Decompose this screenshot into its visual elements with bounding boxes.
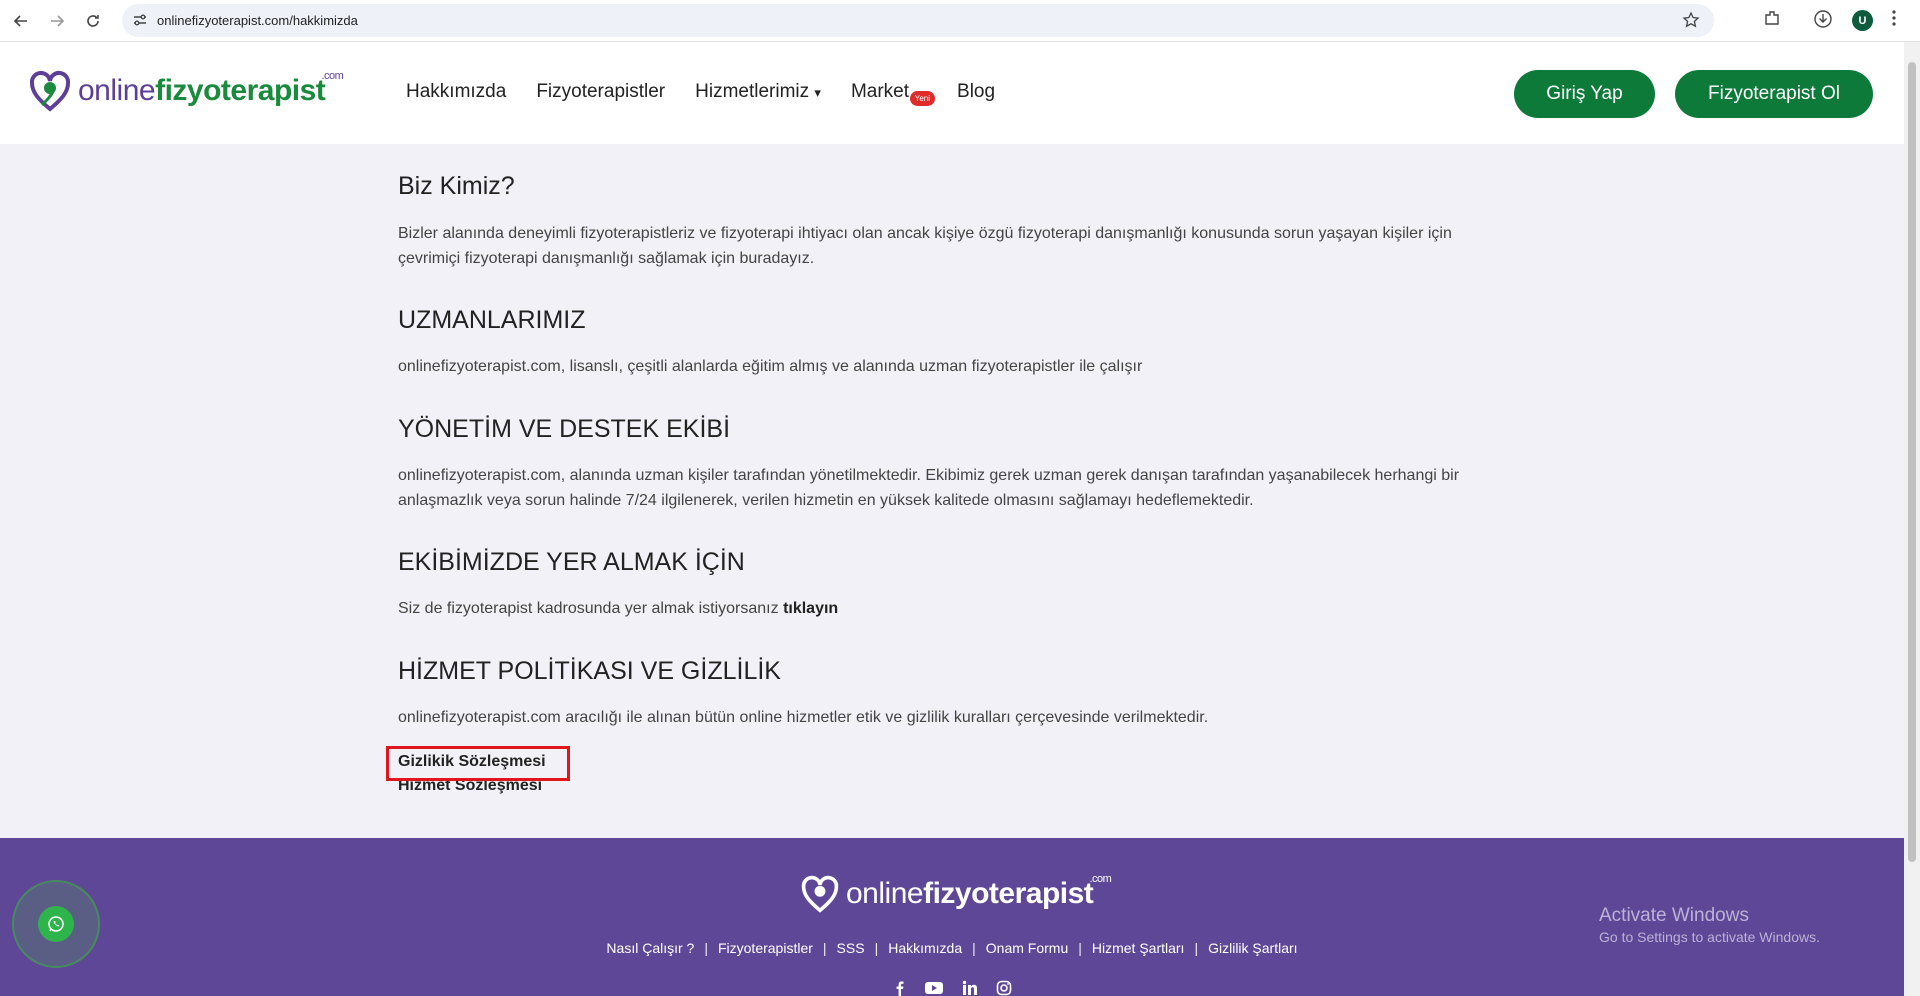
menu-market-label: Market: [850, 81, 910, 102]
reload-button[interactable]: [80, 9, 106, 33]
instagram-icon[interactable]: [996, 980, 1012, 996]
extensions-icon[interactable]: [1763, 9, 1781, 27]
watermark-line1: Activate Windows: [1599, 905, 1749, 926]
footer-separator: |: [822, 940, 827, 956]
logo-suffix: .com: [321, 70, 344, 82]
footer-separator: |: [704, 940, 708, 956]
menu-blog[interactable]: Blog: [957, 81, 995, 103]
main-menu: Hakkımızda Fizyoterapistler Hizmetlerimi…: [406, 81, 995, 106]
linkedin-icon[interactable]: [962, 980, 978, 996]
logo-part-online: online: [78, 74, 156, 107]
login-button[interactable]: Giriş Yap: [1514, 70, 1655, 118]
menu-market[interactable]: Market Yeni: [850, 81, 936, 106]
reload-icon: [87, 15, 99, 27]
section-heading-management: YÖNETİM VE DESTEK EKİBİ: [398, 415, 731, 443]
section-heading-who-we-are: Biz Kimiz?: [398, 172, 515, 200]
footer-separator: |: [972, 940, 976, 956]
become-physio-button[interactable]: Fizyoterapist Ol: [1675, 70, 1873, 118]
menu-hakkimizda[interactable]: Hakkımızda: [406, 81, 506, 103]
page-scrollbar[interactable]: [1904, 42, 1920, 996]
chevron-down-icon: ▾: [814, 85, 821, 100]
whatsapp-icon: [48, 916, 64, 932]
back-button[interactable]: [8, 9, 34, 33]
download-icon[interactable]: [1813, 9, 1833, 29]
site-logo[interactable]: onlinefizyoterapist .com: [28, 66, 344, 116]
logo-part-fizyoterapist: fizyoterapist: [155, 74, 326, 107]
menu-fizyoterapistler[interactable]: Fizyoterapistler: [536, 81, 665, 103]
logo-wordmark: onlinefizyoterapist .com: [78, 70, 344, 108]
menu-hizmetlerimiz-label: Hizmetlerimiz: [695, 81, 810, 102]
footer-link-physiotherapists[interactable]: Fizyoterapistler: [718, 940, 813, 956]
highlight-annotation-box: [386, 746, 570, 781]
footer-logo-suffix: .com: [1089, 873, 1112, 885]
address-bar[interactable]: onlinefizyoterapist.com/hakkimizda: [122, 4, 1714, 37]
heart-logo-icon: [29, 71, 71, 112]
social-links: [892, 980, 1012, 996]
footer-separator: |: [874, 940, 879, 956]
footer-link-consent-form[interactable]: Onam Formu: [986, 940, 1068, 956]
heart-logo-icon: [801, 875, 839, 913]
section-text-join-team: Siz de fizyoterapist kadrosunda yer alma…: [398, 596, 1498, 621]
footer-link-service-terms[interactable]: Hizmet Şartları: [1092, 940, 1185, 956]
section-text-experts: onlinefizyoterapist.com, lisanslı, çeşit…: [398, 358, 1143, 375]
youtube-icon[interactable]: [924, 980, 944, 996]
footer-separator: |: [1078, 940, 1082, 956]
url-text[interactable]: onlinefizyoterapist.com/hakkimizda: [157, 13, 358, 28]
section-heading-policy: HİZMET POLİTİKASI VE GİZLİLİK: [398, 657, 781, 685]
site-header: onlinefizyoterapist .com Hakkımızda Fizy…: [0, 42, 1904, 144]
footer-logo-wordmark: onlinefizyoterapist .com: [846, 873, 1112, 911]
arrow-left-icon: [13, 15, 27, 27]
footer-separator: |: [1194, 940, 1199, 956]
menu-kebab-icon[interactable]: [1891, 9, 1897, 27]
section-text-policy: onlinefizyoterapist.com aracılığı ile al…: [398, 709, 1209, 726]
windows-activation-watermark: Activate Windows Go to Settings to activ…: [1599, 905, 1820, 945]
bookmark-star-icon[interactable]: [1682, 11, 1700, 29]
section-text-management: onlinefizyoterapist.com, alanında uzman …: [398, 467, 1460, 509]
join-team-text: Siz de fizyoterapist kadrosunda yer alma…: [398, 600, 779, 617]
whatsapp-button[interactable]: [12, 880, 100, 968]
new-badge: Yeni: [909, 91, 936, 106]
section-heading-join-team: EKİBİMİZDE YER ALMAK İÇİN: [398, 548, 745, 576]
whatsapp-badge: [38, 906, 74, 942]
footer-link-faq[interactable]: SSS: [837, 940, 865, 956]
footer-link-how-it-works[interactable]: Nasıl Çalışır ?: [606, 940, 694, 956]
scrollbar-thumb[interactable]: [1908, 62, 1916, 862]
forward-button[interactable]: [44, 9, 70, 33]
join-team-link[interactable]: tıklayın: [783, 600, 838, 617]
menu-hizmetlerimiz[interactable]: Hizmetlerimiz ▾: [695, 81, 821, 103]
watermark-line2: Go to Settings to activate Windows.: [1599, 929, 1820, 945]
profile-avatar[interactable]: U: [1852, 10, 1873, 31]
footer-logo[interactable]: onlinefizyoterapist .com: [800, 873, 1112, 914]
browser-toolbar: onlinefizyoterapist.com/hakkimizda U: [0, 0, 1920, 42]
footer-logo-part-online: online: [846, 877, 924, 910]
footer-logo-part-fizyoterapist: fizyoterapist: [923, 877, 1094, 910]
site-settings-icon[interactable]: [132, 12, 148, 28]
section-text-who-we-are: Bizler alanında deneyimli fizyoterapistl…: [398, 225, 1452, 267]
section-heading-experts: UZMANLARIMIZ: [398, 306, 586, 334]
footer-link-about[interactable]: Hakkımızda: [888, 940, 962, 956]
footer-link-privacy-terms[interactable]: Gizlilik Şartları: [1208, 940, 1297, 956]
facebook-icon[interactable]: [892, 980, 906, 996]
arrow-right-icon: [51, 15, 65, 27]
